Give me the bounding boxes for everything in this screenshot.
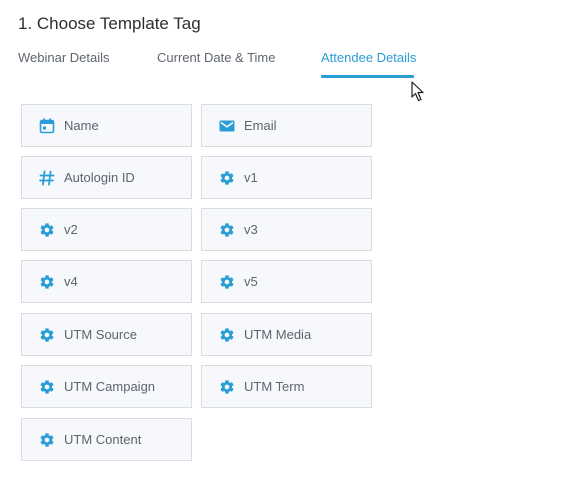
hash-icon xyxy=(38,169,56,187)
tag-label: v4 xyxy=(64,274,78,289)
tag-card-utm-term[interactable]: UTM Term xyxy=(201,365,372,408)
tag-label: v3 xyxy=(244,222,258,237)
gear-icon xyxy=(218,169,236,187)
section-title: 1. Choose Template Tag xyxy=(18,14,201,33)
gear-icon xyxy=(218,378,236,396)
tab-webinar-details[interactable]: Webinar Details xyxy=(18,50,110,65)
tag-label: Autologin ID xyxy=(64,170,135,185)
envelope-icon xyxy=(218,117,236,135)
tag-label: Email xyxy=(244,118,277,133)
gear-icon xyxy=(218,273,236,291)
tag-card-v4[interactable]: v4 xyxy=(21,260,192,303)
tag-card-autologin-id[interactable]: Autologin ID xyxy=(21,156,192,199)
tag-label: UTM Media xyxy=(244,327,312,342)
gear-icon xyxy=(38,221,56,239)
gear-icon xyxy=(38,378,56,396)
tag-label: UTM Source xyxy=(64,327,137,342)
tab-current-date-time[interactable]: Current Date & Time xyxy=(157,50,276,65)
tag-label: UTM Content xyxy=(64,432,142,447)
gear-icon xyxy=(38,326,56,344)
active-tab-indicator xyxy=(321,75,414,78)
tag-label: v5 xyxy=(244,274,258,289)
tag-card-utm-content[interactable]: UTM Content xyxy=(21,418,192,461)
tag-card-v5[interactable]: v5 xyxy=(201,260,372,303)
gear-icon xyxy=(218,221,236,239)
gear-icon xyxy=(38,273,56,291)
tag-label: v2 xyxy=(64,222,78,237)
tag-card-v1[interactable]: v1 xyxy=(201,156,372,199)
gear-icon xyxy=(38,431,56,449)
tag-card-utm-media[interactable]: UTM Media xyxy=(201,313,372,356)
tag-label: Name xyxy=(64,118,99,133)
calendar-icon xyxy=(38,117,56,135)
tab-attendee-details[interactable]: Attendee Details xyxy=(321,50,416,65)
tag-label: v1 xyxy=(244,170,258,185)
tag-card-v3[interactable]: v3 xyxy=(201,208,372,251)
mouse-pointer-icon xyxy=(411,81,425,102)
tag-card-utm-source[interactable]: UTM Source xyxy=(21,313,192,356)
gear-icon xyxy=(218,326,236,344)
tag-card-utm-campaign[interactable]: UTM Campaign xyxy=(21,365,192,408)
tag-card-email[interactable]: Email xyxy=(201,104,372,147)
tag-label: UTM Campaign xyxy=(64,379,156,394)
tag-label: UTM Term xyxy=(244,379,305,394)
tag-card-v2[interactable]: v2 xyxy=(21,208,192,251)
tag-card-name[interactable]: Name xyxy=(21,104,192,147)
template-tag-tabs: Webinar Details Current Date & Time Atte… xyxy=(0,50,571,80)
